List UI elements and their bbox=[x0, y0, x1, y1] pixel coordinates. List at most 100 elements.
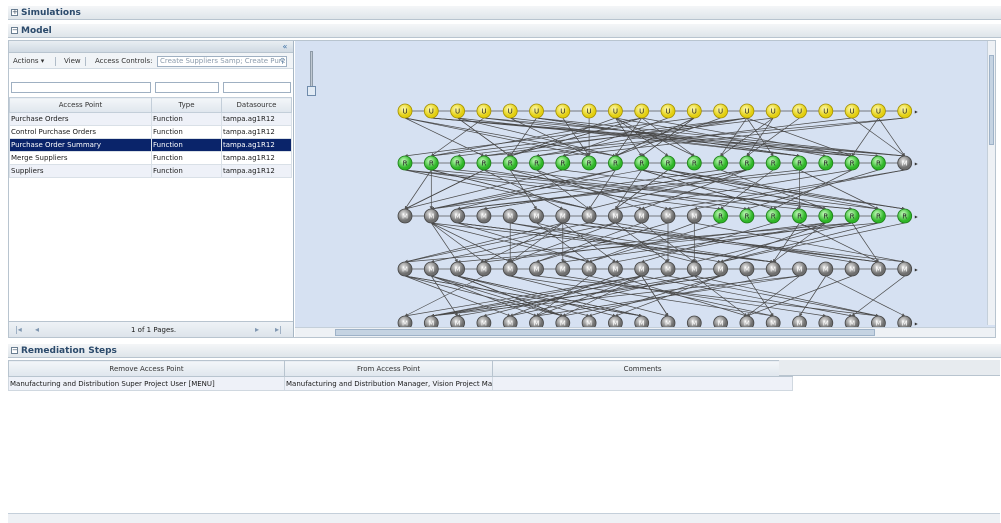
graph-node-u[interactable]: U bbox=[450, 103, 466, 119]
column-header-from-access-point[interactable]: From Access Point bbox=[283, 360, 494, 377]
graph-node-r[interactable]: R bbox=[634, 155, 650, 171]
zoom-slider[interactable] bbox=[307, 51, 316, 111]
graph-node-u[interactable]: U bbox=[739, 103, 755, 119]
previous-page-icon[interactable]: ◂ bbox=[35, 322, 39, 338]
graph-node-m[interactable]: M bbox=[844, 261, 860, 277]
graph-node-m[interactable]: M bbox=[871, 315, 886, 327]
access-point-filter-input[interactable] bbox=[11, 82, 151, 93]
graph-node-m[interactable]: M bbox=[713, 315, 728, 327]
collapse-icon[interactable]: − bbox=[11, 27, 18, 34]
graph-node-m[interactable]: M bbox=[897, 315, 913, 327]
graph-node-r[interactable]: R bbox=[502, 155, 518, 171]
graph-node-r[interactable]: R bbox=[818, 155, 834, 171]
graph-node-r[interactable]: R bbox=[713, 208, 729, 224]
simulations-section-header[interactable]: + Simulations bbox=[8, 6, 1001, 20]
graph-node-r[interactable]: R bbox=[607, 155, 623, 171]
view-menu-button[interactable]: View bbox=[64, 53, 81, 69]
graph-horizontal-scrollbar[interactable] bbox=[295, 327, 995, 337]
graph-node-u[interactable]: U bbox=[529, 103, 544, 119]
graph-node-m[interactable]: M bbox=[686, 261, 702, 277]
more-nodes-arrow-icon[interactable]: ▸ bbox=[915, 109, 918, 116]
graph-node-m[interactable]: M bbox=[397, 208, 413, 224]
type-filter-input[interactable] bbox=[155, 82, 219, 93]
graph-node-r[interactable]: R bbox=[792, 155, 807, 171]
graph-node-u[interactable]: U bbox=[844, 103, 860, 119]
graph-node-m[interactable]: M bbox=[608, 315, 623, 327]
graph-node-r[interactable]: R bbox=[739, 208, 755, 224]
graph-node-m[interactable]: M bbox=[450, 315, 465, 327]
graph-node-r[interactable]: R bbox=[476, 155, 492, 171]
graph-node-u[interactable]: U bbox=[792, 103, 807, 119]
search-icon[interactable]: ⚲ bbox=[280, 57, 285, 66]
graph-node-m[interactable]: M bbox=[660, 261, 676, 277]
scroll-thumb[interactable] bbox=[335, 329, 875, 336]
table-row[interactable]: Purchase Orders Function tampa.ag1R12 bbox=[9, 112, 292, 126]
datasource-filter-input[interactable] bbox=[223, 82, 291, 93]
graph-node-m[interactable]: M bbox=[555, 315, 571, 327]
graph-node-m[interactable]: M bbox=[423, 315, 439, 327]
graph-node-u[interactable]: U bbox=[765, 103, 781, 119]
graph-node-m[interactable]: M bbox=[686, 208, 702, 224]
graph-node-m[interactable]: M bbox=[765, 315, 781, 327]
graph-node-m[interactable]: M bbox=[686, 315, 702, 327]
graph-node-m[interactable]: M bbox=[502, 261, 518, 277]
graph-node-r[interactable]: R bbox=[871, 208, 886, 224]
graph-node-r[interactable]: R bbox=[529, 155, 544, 171]
graph-node-m[interactable]: M bbox=[581, 261, 597, 277]
graph-node-m[interactable]: M bbox=[502, 208, 518, 224]
graph-node-u[interactable]: U bbox=[476, 103, 492, 119]
column-header-access-point[interactable]: Access Point bbox=[9, 97, 152, 113]
column-header-comments[interactable]: Comments bbox=[492, 360, 794, 377]
graph-node-r[interactable]: R bbox=[660, 155, 676, 171]
graph-node-u[interactable]: U bbox=[686, 103, 702, 119]
graph-node-m[interactable]: M bbox=[818, 315, 834, 327]
expand-icon[interactable]: + bbox=[11, 9, 18, 16]
graph-node-u[interactable]: U bbox=[607, 103, 623, 119]
graph-node-u[interactable]: U bbox=[502, 103, 518, 119]
graph-node-m[interactable]: M bbox=[739, 315, 755, 327]
graph-node-r[interactable]: R bbox=[686, 155, 702, 171]
column-header-remove-access-point[interactable]: Remove Access Point bbox=[8, 360, 285, 377]
graph-node-m[interactable]: M bbox=[607, 208, 623, 224]
graph-node-m[interactable]: M bbox=[450, 208, 466, 224]
graph-node-m[interactable]: M bbox=[897, 155, 913, 171]
remediation-section-header[interactable]: − Remediation Steps bbox=[8, 344, 1001, 358]
graph-node-m[interactable]: M bbox=[529, 261, 544, 277]
graph-node-u[interactable]: U bbox=[397, 103, 413, 119]
graph-node-r[interactable]: R bbox=[739, 155, 755, 171]
graph-node-m[interactable]: M bbox=[818, 261, 834, 277]
access-graph[interactable]: U U U U U U U U U U U U U U U U U U U U ▸ R R R R R R R R R R R R R R R R R R R… bbox=[295, 41, 985, 327]
table-row[interactable]: Control Purchase Orders Function tampa.a… bbox=[9, 125, 292, 139]
graph-node-r[interactable]: R bbox=[713, 155, 729, 171]
table-row[interactable]: Merge Suppliers Function tampa.ag1R12 bbox=[9, 151, 292, 165]
graph-node-m[interactable]: M bbox=[660, 315, 676, 327]
graph-node-m[interactable]: M bbox=[634, 208, 650, 224]
more-nodes-arrow-icon[interactable]: ▸ bbox=[915, 161, 918, 168]
graph-node-r[interactable]: R bbox=[792, 208, 807, 224]
graph-node-m[interactable]: M bbox=[844, 315, 860, 327]
graph-vertical-scrollbar[interactable] bbox=[987, 41, 995, 325]
graph-node-r[interactable]: R bbox=[555, 155, 571, 171]
graph-node-u[interactable]: U bbox=[660, 103, 676, 119]
graph-node-m[interactable]: M bbox=[634, 261, 650, 277]
graph-node-m[interactable]: M bbox=[397, 315, 413, 327]
graph-node-u[interactable]: U bbox=[871, 103, 886, 119]
access-graph-canvas[interactable]: U U U U U U U U U U U U U U U U U U U U ▸ R R R R R R R R R R R R R R R R R R R… bbox=[295, 41, 995, 337]
graph-node-r[interactable]: R bbox=[581, 155, 597, 171]
graph-node-u[interactable]: U bbox=[818, 103, 834, 119]
graph-node-m[interactable]: M bbox=[555, 208, 571, 224]
table-row[interactable]: Suppliers Function tampa.ag1R12 bbox=[9, 164, 292, 178]
comments-cell[interactable] bbox=[492, 376, 794, 391]
graph-node-m[interactable]: M bbox=[739, 261, 755, 277]
page-horizontal-scrollbar[interactable] bbox=[8, 513, 1000, 523]
graph-node-r[interactable]: R bbox=[897, 208, 913, 224]
graph-node-r[interactable]: R bbox=[450, 155, 466, 171]
graph-node-m[interactable]: M bbox=[607, 261, 623, 277]
graph-node-m[interactable]: M bbox=[555, 261, 571, 277]
column-header-datasource[interactable]: Datasource bbox=[221, 97, 292, 113]
column-header-type[interactable]: Type bbox=[151, 97, 222, 113]
graph-node-m[interactable]: M bbox=[634, 315, 650, 327]
graph-node-m[interactable]: M bbox=[765, 261, 781, 277]
graph-node-m[interactable]: M bbox=[476, 208, 492, 224]
graph-node-m[interactable]: M bbox=[529, 315, 544, 327]
